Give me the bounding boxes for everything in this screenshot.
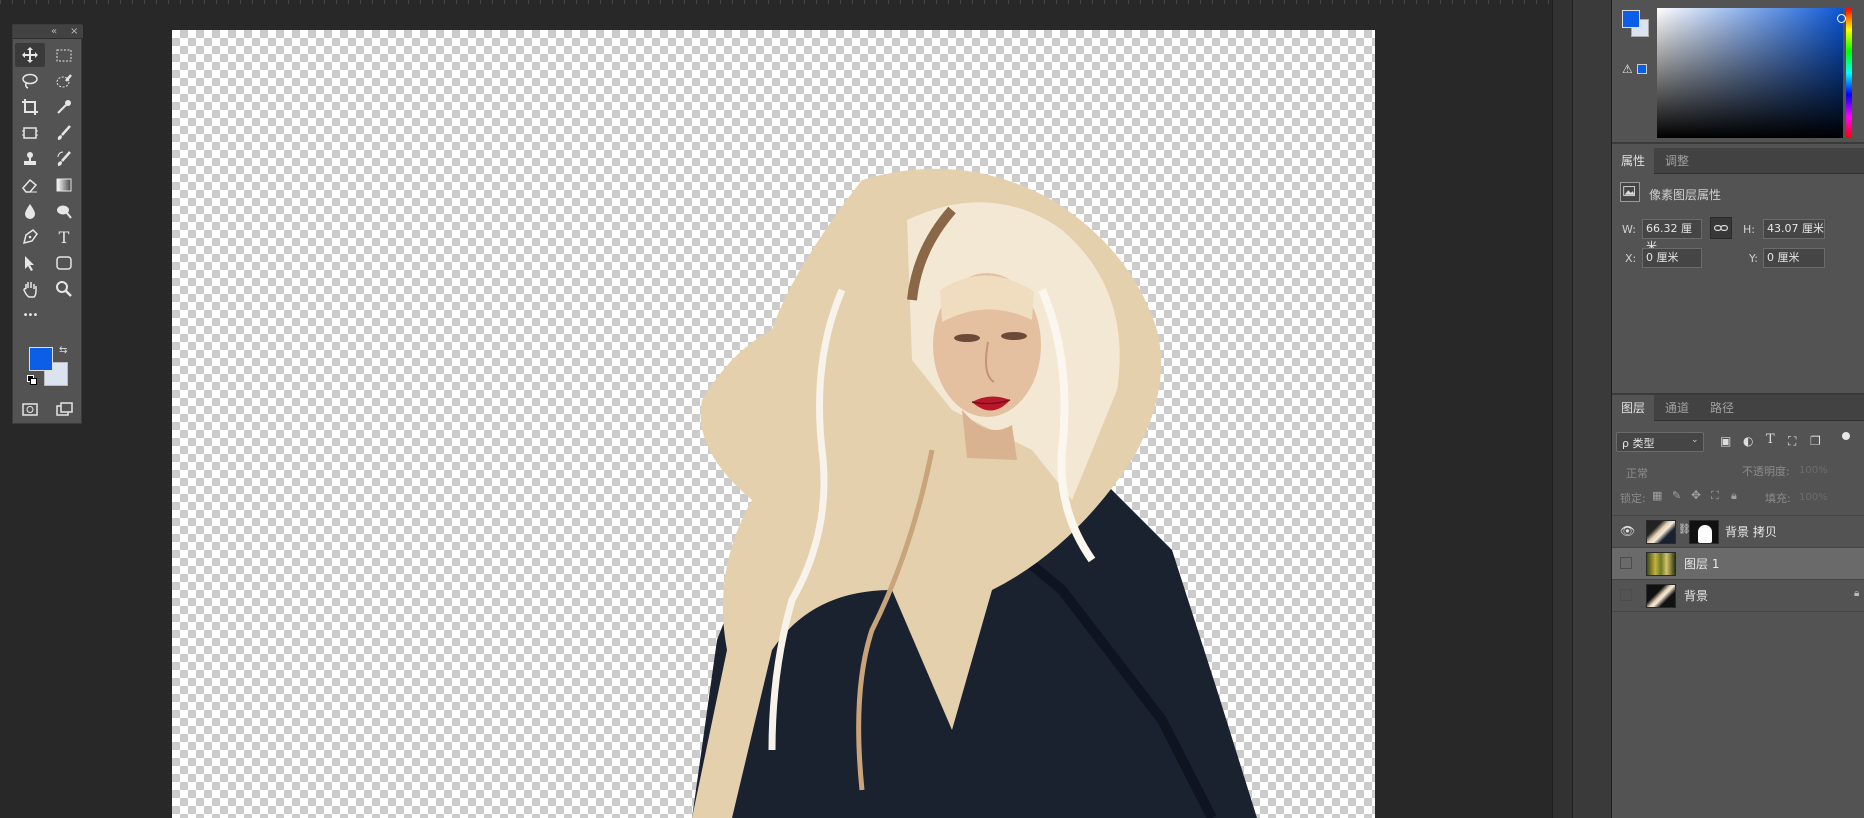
tools-panel: « × T ••• ⇆ — [12, 24, 83, 424]
zoom-tool-icon[interactable] — [49, 277, 79, 301]
width-field[interactable]: 66.32 厘米 — [1642, 219, 1702, 253]
link-dimensions-button[interactable] — [1710, 217, 1732, 239]
tab-layers[interactable]: 图层 — [1612, 395, 1655, 421]
opacity-label: 不透明度: — [1742, 465, 1790, 478]
color-picker-field[interactable] — [1657, 8, 1843, 138]
layer-name[interactable]: 背景 — [1684, 580, 1708, 612]
dodge-tool-icon[interactable] — [49, 199, 79, 223]
layer-row[interactable]: 背景 🔒︎ — [1612, 580, 1864, 612]
quick-selection-tool-icon[interactable] — [49, 69, 79, 93]
portrait-image — [692, 168, 1257, 818]
x-label: X: — [1625, 252, 1637, 265]
closest-color-swatch[interactable] — [1637, 64, 1647, 74]
eraser-tool-icon[interactable] — [15, 173, 45, 197]
color-panel: ⚠ — [1612, 0, 1864, 144]
lock-all-icon[interactable]: 🔒︎ — [1731, 489, 1737, 503]
filter-toggle-icon[interactable] — [1842, 432, 1850, 440]
tab-paths[interactable]: 路径 — [1701, 395, 1743, 421]
right-panels: ⚠ 属性 调整 像素图层属性 W: 66.32 厘米 H: 43.07 厘米 X… — [1612, 0, 1864, 818]
visibility-eye-icon[interactable]: 👁︎ — [1620, 524, 1635, 538]
y-label: Y: — [1749, 252, 1758, 265]
layers-tabbar: 图层 通道 路径 — [1612, 395, 1864, 421]
opacity-field[interactable]: 100% — [1799, 465, 1828, 476]
layer-thumbnail — [1646, 520, 1676, 544]
move-tool-icon[interactable] — [15, 43, 45, 67]
screen-mode-icon[interactable] — [49, 397, 79, 421]
layer-mask-thumbnail[interactable] — [1689, 520, 1719, 544]
layer-name[interactable]: 背景 拷贝 — [1725, 516, 1777, 548]
stamp-tool-icon[interactable] — [15, 147, 45, 171]
collapse-icon[interactable]: « — [51, 25, 57, 39]
height-label: H: — [1743, 223, 1755, 236]
foreground-color-swatch[interactable] — [29, 347, 53, 371]
link-icon — [1714, 225, 1728, 231]
lock-artboard-icon[interactable]: ⛶ — [1711, 489, 1719, 503]
filter-type-icon[interactable]: T — [1766, 432, 1775, 447]
pen-tool-icon[interactable] — [15, 225, 45, 249]
swap-colors-icon[interactable]: ⇆ — [59, 345, 67, 356]
chevron-down-icon: ⌄ — [1691, 435, 1699, 445]
filter-shape-icon[interactable]: ⛶ — [1788, 434, 1796, 449]
lasso-tool-icon[interactable] — [15, 69, 45, 93]
filter-smart-object-icon[interactable]: ❐ — [1810, 434, 1821, 448]
picker-cursor-icon — [1837, 14, 1846, 23]
path-selection-tool-icon[interactable] — [15, 251, 45, 275]
filter-pixel-icon[interactable]: ▣ — [1720, 434, 1731, 448]
lock-position-icon[interactable]: ✥ — [1691, 488, 1701, 502]
brush-tool-icon[interactable] — [49, 121, 79, 145]
default-colors-icon[interactable] — [27, 375, 37, 385]
eyedropper-tool-icon[interactable] — [49, 95, 79, 119]
fill-field[interactable]: 100% — [1799, 492, 1828, 503]
horizontal-ruler — [0, 0, 1552, 4]
out-of-gamut-warning-icon[interactable]: ⚠ — [1622, 62, 1633, 76]
gradient-tool-icon[interactable] — [49, 173, 79, 197]
tools-panel-header[interactable]: « × — [13, 25, 83, 39]
pixel-layer-icon — [1620, 182, 1640, 202]
vertical-scrollbar[interactable] — [1552, 0, 1572, 818]
hand-tool-icon[interactable] — [15, 277, 45, 301]
layer-row[interactable]: 👁︎ ⛓ 背景 拷贝 — [1612, 516, 1864, 548]
blur-tool-icon[interactable] — [15, 199, 45, 223]
height-field[interactable]: 43.07 厘米 — [1763, 219, 1825, 239]
filter-adjustment-icon[interactable]: ◐ — [1743, 434, 1753, 448]
tab-channels[interactable]: 通道 — [1656, 395, 1698, 421]
visibility-toggle[interactable] — [1620, 589, 1632, 601]
layer-filter-select[interactable]: ρ 类型 ⌄ — [1616, 432, 1704, 452]
tab-adjustments[interactable]: 调整 — [1656, 148, 1698, 174]
visibility-toggle[interactable] — [1620, 557, 1632, 569]
quick-mask-icon[interactable] — [15, 397, 45, 421]
close-icon[interactable]: × — [70, 25, 78, 39]
color-panel-foreground-swatch[interactable] — [1622, 10, 1640, 28]
properties-tabbar: 属性 调整 — [1612, 148, 1864, 174]
y-field[interactable]: 0 厘米 — [1763, 248, 1825, 268]
hue-slider[interactable] — [1846, 8, 1852, 138]
layer-row-selected[interactable]: 图层 1 — [1612, 548, 1864, 580]
lock-label: 锁定: — [1620, 492, 1646, 505]
crop-tool-icon[interactable] — [15, 95, 45, 119]
layer-thumbnail — [1646, 584, 1676, 608]
lock-icon: 🔒︎ — [1854, 588, 1860, 599]
lock-transparent-pixels-icon[interactable]: ▦ — [1652, 489, 1662, 502]
document-canvas[interactable] — [172, 30, 1375, 818]
marquee-tool-icon[interactable] — [49, 43, 79, 67]
width-label: W: — [1622, 223, 1636, 236]
x-field[interactable]: 0 厘米 — [1642, 248, 1702, 268]
blend-mode-select[interactable]: 正常 — [1626, 465, 1648, 481]
shape-tool-icon[interactable] — [49, 251, 79, 275]
type-tool-icon[interactable]: T — [49, 225, 79, 249]
more-tools-icon[interactable]: ••• — [15, 303, 45, 327]
lock-image-pixels-icon[interactable]: ✎ — [1672, 489, 1681, 502]
properties-section-title: 像素图层属性 — [1649, 188, 1722, 202]
layer-thumbnail — [1646, 552, 1676, 576]
panel-dock-gutter — [1572, 0, 1612, 818]
tab-properties[interactable]: 属性 — [1612, 148, 1655, 174]
layer-name[interactable]: 图层 1 — [1684, 548, 1719, 580]
fill-label: 填充: — [1765, 492, 1791, 505]
history-brush-tool-icon[interactable] — [49, 147, 79, 171]
patch-tool-icon[interactable] — [15, 121, 45, 145]
